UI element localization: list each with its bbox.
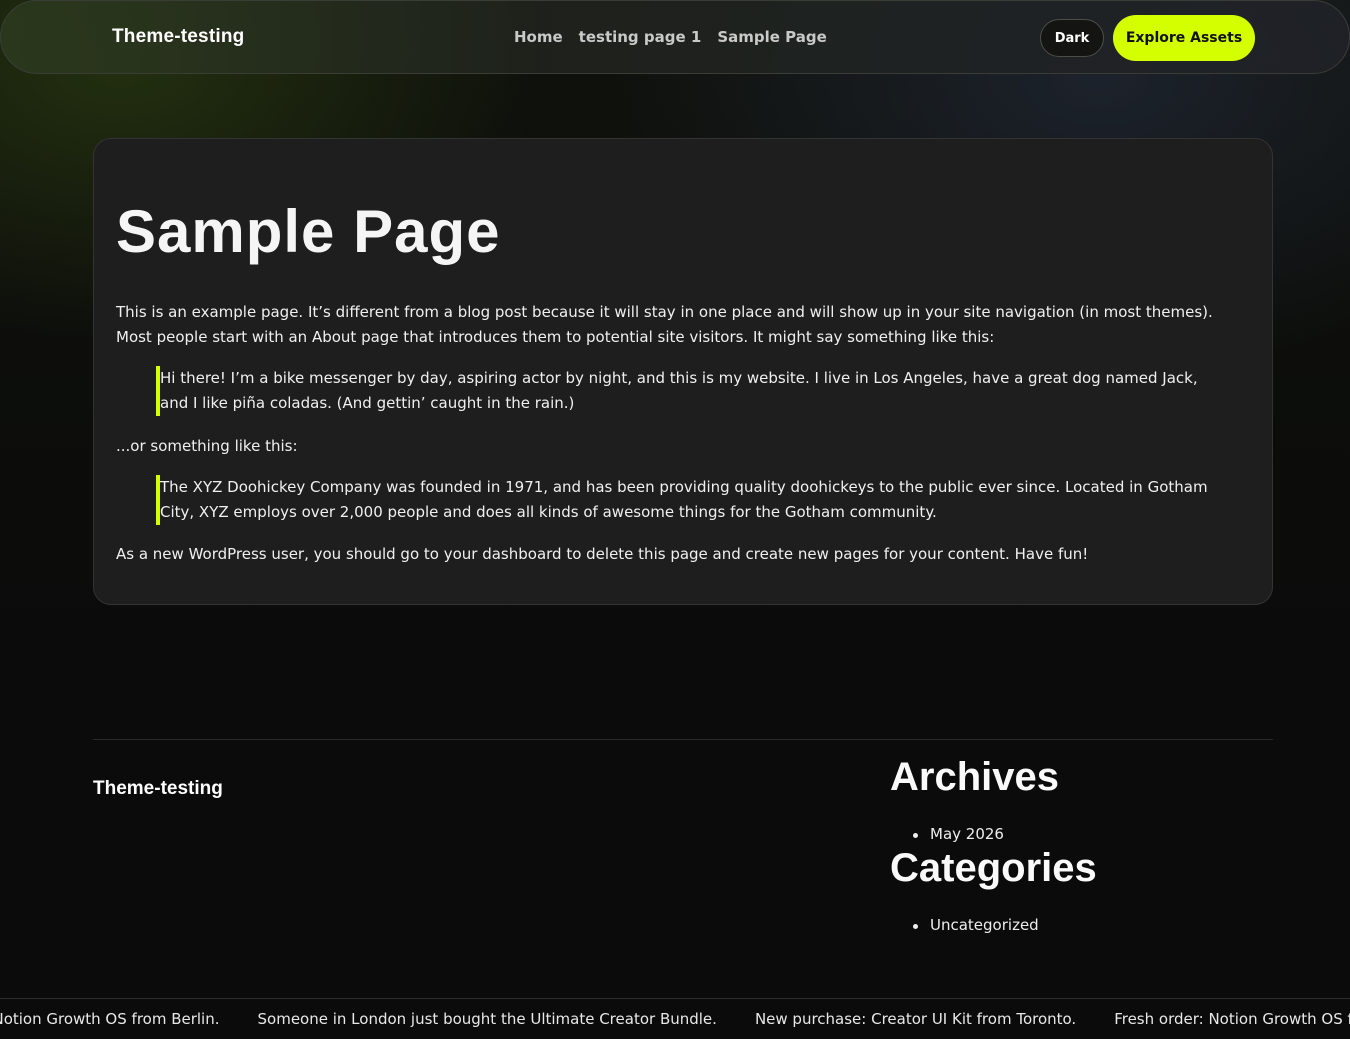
dark-mode-toggle[interactable]: Dark	[1040, 19, 1104, 57]
ticker-track: der: Notion Growth OS from Berlin. Someo…	[0, 1010, 1350, 1028]
site-header: Theme-testing Home testing page 1 Sample…	[0, 0, 1350, 74]
nav-sample-page[interactable]: Sample Page	[717, 28, 826, 46]
quote-text: Hi there! I’m a bike messenger by day, a…	[160, 369, 1198, 412]
footer-brand-link[interactable]: Theme-testing	[93, 778, 223, 800]
explore-assets-button[interactable]: Explore Assets	[1113, 15, 1255, 61]
category-link-uncategorized[interactable]: Uncategorized	[913, 916, 1039, 934]
quote-doohickey: The XYZ Doohickey Company was founded in…	[156, 475, 1226, 525]
categories-list: Uncategorized	[913, 916, 1039, 934]
nav-testing-page-1[interactable]: testing page 1	[579, 28, 702, 46]
nav-home[interactable]: Home	[514, 28, 563, 46]
page-title: Sample Page	[116, 198, 501, 265]
middle-paragraph: ...or something like this:	[116, 437, 298, 455]
site-brand-link[interactable]: Theme-testing	[112, 26, 244, 48]
quote-bike-messenger: Hi there! I’m a bike messenger by day, a…	[156, 366, 1226, 416]
outro-paragraph: As a new WordPress user, you should go t…	[116, 545, 1089, 563]
ticker-item: Fresh order: Notion Growth OS from	[1114, 1010, 1350, 1028]
intro-paragraph: This is an example page. It’s different …	[116, 303, 1213, 346]
archives-heading: Archives	[890, 755, 1059, 799]
archives-list: May 2026	[913, 825, 1004, 843]
ticker-item: Someone in London just bought the Ultima…	[257, 1010, 717, 1028]
archive-link-may-2026[interactable]: May 2026	[913, 825, 1004, 843]
main-nav: Home testing page 1 Sample Page	[514, 28, 827, 46]
purchase-ticker: der: Notion Growth OS from Berlin. Someo…	[0, 998, 1350, 1039]
ticker-item: der: Notion Growth OS from Berlin.	[0, 1010, 220, 1028]
categories-heading: Categories	[890, 846, 1097, 890]
quote-text: The XYZ Doohickey Company was founded in…	[160, 478, 1208, 521]
ticker-item: New purchase: Creator UI Kit from Toront…	[754, 1010, 1077, 1028]
footer-divider	[93, 739, 1273, 740]
content-card: Sample Page This is an example page. It’…	[93, 138, 1273, 605]
